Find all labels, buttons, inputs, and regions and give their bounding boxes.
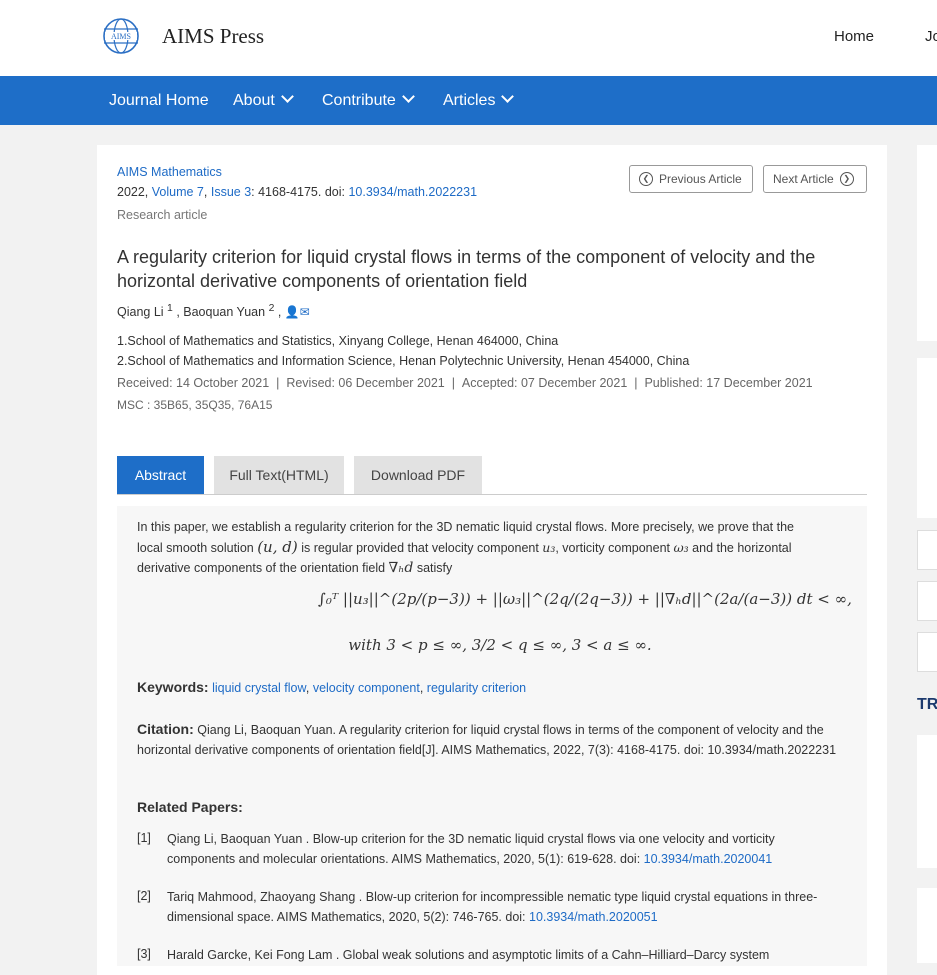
author-name[interactable]: Baoquan Yuan (183, 305, 265, 319)
article-title: A regularity criterion for liquid crysta… (117, 247, 816, 291)
sidebar-panel (917, 735, 937, 868)
related-paper[interactable]: Tariq Mahmood, Zhaoyang Shang . Blow-up … (167, 887, 837, 927)
abstract-formula-conditions: with 3 < p ≤ ∞, 3/2 < q ≤ ∞, 3 < a ≤ ∞. (348, 636, 652, 654)
doi-link[interactable]: 10.3934/math.2022231 (348, 185, 477, 199)
sidebar-link-box[interactable] (917, 581, 937, 621)
sidebar-link-box[interactable] (917, 530, 937, 570)
sidebar-panel (917, 358, 937, 518)
author-name[interactable]: Qiang Li (117, 305, 164, 319)
tab-download-pdf[interactable]: Download PDF (354, 456, 482, 494)
author-list: Qiang Li 1 , Baoquan Yuan 2 , 👤✉ (117, 303, 310, 320)
sidebar-link-box[interactable] (917, 632, 937, 672)
article-citation-line: 2022, Volume 7, Issue 3: 4168-4175. doi:… (117, 185, 478, 199)
chevron-down-icon (280, 90, 294, 103)
related-papers-heading: Related Papers: (137, 799, 243, 815)
keyword-link[interactable]: velocity component (313, 681, 420, 695)
nav-journal-home[interactable]: Journal Home (109, 92, 209, 110)
nav-contribute[interactable]: Contribute (322, 90, 415, 110)
related-number: [1] (137, 831, 151, 845)
related-paper[interactable]: Harald Garcke, Kei Fong Lam . Global wea… (167, 945, 837, 963)
keyword-link[interactable]: liquid crystal flow (212, 681, 306, 695)
affiliation: 1.School of Mathematics and Statistics, … (117, 334, 559, 348)
nav-about[interactable]: About (233, 90, 294, 110)
tab-abstract[interactable]: Abstract (117, 456, 204, 494)
article-type: Research article (117, 208, 208, 222)
brand-name[interactable]: AIMS Press (162, 24, 264, 49)
journal-name-link[interactable]: AIMS Mathematics (117, 165, 222, 179)
top-nav-journals[interactable]: Jo (925, 28, 937, 45)
chevron-right-icon: ❯ (839, 172, 854, 186)
abstract-formula: ∫₀ᵀ ||u₃||^(2p/(p−3)) + ||ω₃||^(2q/(2q−3… (318, 590, 852, 608)
abstract-text: In this paper, we establish a regularity… (137, 520, 795, 576)
article-dates: Received: 14 October 2021 | Revised: 06 … (117, 376, 813, 390)
previous-article-button[interactable]: ❮ Previous Article (629, 165, 753, 193)
sidebar-panel (917, 888, 937, 963)
email-icon[interactable]: ✉ (300, 305, 310, 319)
aims-globe-logo[interactable]: AIMS (102, 17, 140, 55)
keywords: Keywords: liquid crystal flow, velocity … (137, 679, 527, 695)
chevron-down-icon (401, 90, 415, 103)
tab-full-text-html[interactable]: Full Text(HTML) (214, 456, 344, 494)
doi-link[interactable]: 10.3934/math.2020051 (529, 910, 658, 924)
next-article-button[interactable]: Next Article ❯ (763, 165, 867, 193)
affiliation: 2.School of Mathematics and Information … (117, 354, 690, 368)
doi-link[interactable]: 10.3934/math.2020041 (644, 852, 773, 866)
related-number: [3] (137, 947, 151, 961)
related-paper[interactable]: Qiang Li, Baoquan Yuan . Blow-up criteri… (167, 829, 837, 869)
top-header: AIMS AIMS Press Home Jo (0, 0, 937, 76)
journal-nav-bar: Journal Home About Contribute Articles (0, 76, 937, 125)
svg-text:AIMS: AIMS (111, 32, 131, 41)
chevron-left-icon: ❮ (639, 172, 653, 186)
top-nav-home[interactable]: Home (834, 28, 874, 45)
related-number: [2] (137, 889, 151, 903)
chevron-down-icon (501, 90, 515, 103)
sidebar-heading: TR (917, 696, 937, 713)
msc-codes: MSC : 35B65, 35Q35, 76A15 (117, 398, 273, 412)
person-icon[interactable]: 👤 (285, 305, 300, 319)
issue-link[interactable]: Issue 3 (211, 185, 251, 199)
volume-link[interactable]: Volume 7 (152, 185, 204, 199)
sidebar-panel (917, 145, 937, 341)
citation: Citation: Qiang Li, Baoquan Yuan. A regu… (137, 721, 837, 757)
keyword-link[interactable]: regularity criterion (427, 681, 526, 695)
nav-articles[interactable]: Articles (443, 90, 515, 110)
tab-divider (117, 494, 867, 495)
